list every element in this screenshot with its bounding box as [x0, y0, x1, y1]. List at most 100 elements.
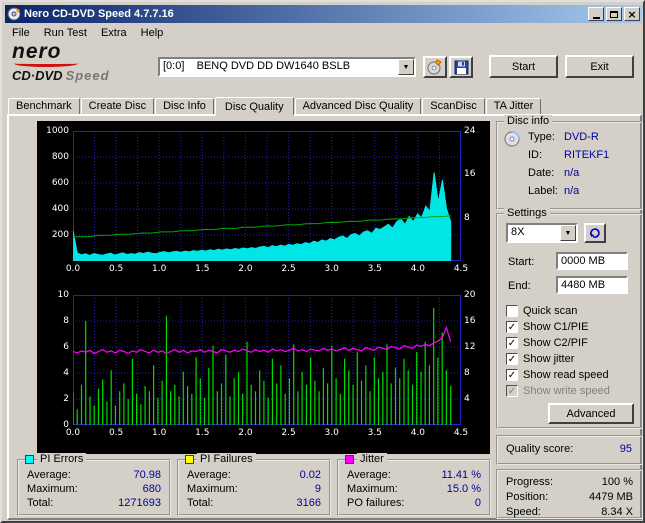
checkbox-label: Show write speed	[523, 385, 610, 397]
maximize-icon	[610, 10, 618, 18]
axis-tick-label: 4	[464, 394, 470, 404]
checkbox-label: Show C1/PIE	[523, 321, 589, 333]
menu-help[interactable]: Help	[134, 24, 171, 42]
title-bar: Nero CD-DVD Speed 4.7.7.16 ×	[5, 5, 642, 23]
axis-tick-label: 10	[57, 290, 69, 300]
axis-tick-label: 800	[51, 152, 69, 162]
tab-advanced-disc-quality[interactable]: Advanced Disc Quality	[294, 98, 422, 114]
axis-tick-label: 3.0	[324, 264, 339, 274]
drive-select-arrow[interactable]: ▼	[398, 59, 414, 75]
drive-select-value: [0:0] BENQ DVD DD DW1640 BSLB	[163, 60, 351, 72]
stat-value: 680	[142, 483, 161, 495]
tab-bar: Benchmark Create Disc Disc Info Disc Qua…	[8, 95, 542, 116]
axis-tick-label: 0.5	[108, 264, 124, 274]
jitter-box: Jitter Average: 11.41 % Maximum: 15.0 % PO…	[337, 453, 491, 516]
start-position-input[interactable]	[556, 252, 628, 270]
tab-benchmark[interactable]: Benchmark	[8, 98, 80, 114]
advanced-button[interactable]: Advanced	[548, 403, 634, 424]
axis-tick-label: 12	[464, 342, 476, 352]
tab-create-disc[interactable]: Create Disc	[80, 98, 155, 114]
scan-speed-arrow[interactable]: ▼	[560, 225, 576, 241]
logo-speed: Speed	[65, 68, 110, 83]
menu-extra[interactable]: Extra	[94, 24, 134, 42]
disc-info-value: n/a	[564, 167, 580, 179]
start-button[interactable]: Start	[489, 55, 558, 78]
axis-tick-label: 0.0	[65, 428, 81, 438]
checkbox-box: ✓	[506, 353, 518, 365]
checkbox-box	[506, 305, 518, 317]
checkbox-show-jitter[interactable]: ✓ Show jitter	[506, 351, 640, 367]
tab-ta-jitter[interactable]: TA Jitter	[485, 98, 542, 114]
axis-tick-label: 1.0	[152, 428, 167, 438]
burn-disc-icon	[427, 59, 442, 75]
disc-info-label: Type:	[528, 131, 555, 143]
axis-tick-label: 2.0	[238, 428, 253, 438]
tab-disc-quality[interactable]: Disc Quality	[214, 97, 294, 116]
chevron-down-icon: ▼	[402, 63, 410, 71]
pi-errors-box: PI Errors Average: 70.98 Maximum: 680 Tota…	[17, 453, 171, 516]
close-button[interactable]: ×	[624, 7, 640, 21]
window-title: Nero CD-DVD Speed 4.7.7.16	[24, 8, 174, 20]
axis-tick-label: 20	[464, 290, 476, 300]
jitter-legend-swatch	[345, 455, 354, 464]
axis-tick-label: 3.0	[324, 428, 339, 438]
pie-chart	[73, 131, 461, 261]
stat-value: 9	[314, 483, 321, 495]
minimize-button[interactable]	[588, 7, 604, 21]
maximize-button[interactable]	[606, 7, 622, 21]
menu-run-test[interactable]: Run Test	[37, 24, 94, 42]
checkbox-show-c2-pif[interactable]: ✓ Show C2/PIF	[506, 335, 640, 351]
checkbox-show-write-speed[interactable]: ✓ Show write speed	[506, 383, 640, 399]
progress-label: Progress:	[506, 476, 554, 488]
window-controls: ×	[586, 7, 640, 21]
axis-tick-label: 1.0	[152, 264, 167, 274]
stat-label: Average:	[27, 469, 71, 481]
axis-tick-label: 2.5	[281, 264, 296, 274]
checkbox-quick-scan[interactable]: Quick scan	[506, 303, 640, 319]
menu-file[interactable]: File	[5, 24, 37, 42]
axis-tick-label: 24	[464, 126, 476, 136]
disc-info-title: Disc info	[504, 115, 553, 128]
exit-button[interactable]: Exit	[565, 55, 634, 78]
tab-scandisc[interactable]: ScanDisc	[422, 98, 485, 114]
speed-label: Speed:	[506, 506, 541, 518]
checkbox-show-read-speed[interactable]: ✓ Show read speed	[506, 367, 640, 383]
axis-tick-label: 4.0	[410, 264, 426, 274]
pi-failures-title: PI Failures	[197, 453, 256, 466]
end-position-input[interactable]	[556, 276, 628, 294]
save-button[interactable]	[449, 56, 473, 78]
checkbox-show-c1-pie[interactable]: ✓ Show C1/PIE	[506, 319, 640, 335]
burn-disc-button[interactable]	[423, 56, 447, 78]
chart-area: 1000 800 600 400 200 24 16 8 0.0 0.5 1.0 1.5 2.0 2.5 3…	[37, 121, 490, 454]
axis-tick-label: 6	[63, 342, 69, 352]
tab-disc-info[interactable]: Disc Info	[155, 98, 214, 114]
logo-subtitle: CD·DVD Speed	[12, 68, 154, 83]
close-icon: ×	[627, 7, 637, 21]
menu-bar: File Run Test Extra Help	[5, 23, 642, 42]
minimize-icon	[592, 16, 600, 19]
axis-tick-label: 1.5	[195, 264, 210, 274]
pi-errors-legend-swatch	[25, 455, 34, 464]
axis-tick-label: 3.5	[367, 428, 382, 438]
axis-tick-label: 0.5	[108, 428, 124, 438]
refresh-icon	[589, 228, 600, 238]
checkbox-box: ✓	[506, 385, 518, 397]
quality-score-box: Quality score: 95	[496, 435, 643, 465]
stat-label: Average:	[187, 469, 231, 481]
axis-tick-label: 2	[63, 394, 69, 404]
scan-speed-select[interactable]: 8X ▼	[506, 223, 578, 243]
refresh-button[interactable]	[584, 223, 606, 243]
axis-tick-label: 8	[464, 368, 470, 378]
axis-tick-label: 16	[464, 316, 476, 326]
axis-tick-label: 0.0	[65, 264, 81, 274]
speed-value: 8.34 X	[601, 506, 633, 518]
end-position-label: End:	[508, 280, 531, 292]
axis-tick-label: 400	[51, 204, 69, 214]
quality-score-value: 95	[619, 443, 632, 455]
settings-title: Settings	[504, 207, 550, 220]
stat-label: Total:	[187, 497, 214, 509]
drive-select[interactable]: [0:0] BENQ DVD DD DW1640 BSLB ▼	[158, 57, 416, 77]
disc-info-value: n/a	[564, 185, 580, 197]
axis-tick-label: 16	[464, 169, 476, 180]
position-label: Position:	[506, 491, 549, 503]
